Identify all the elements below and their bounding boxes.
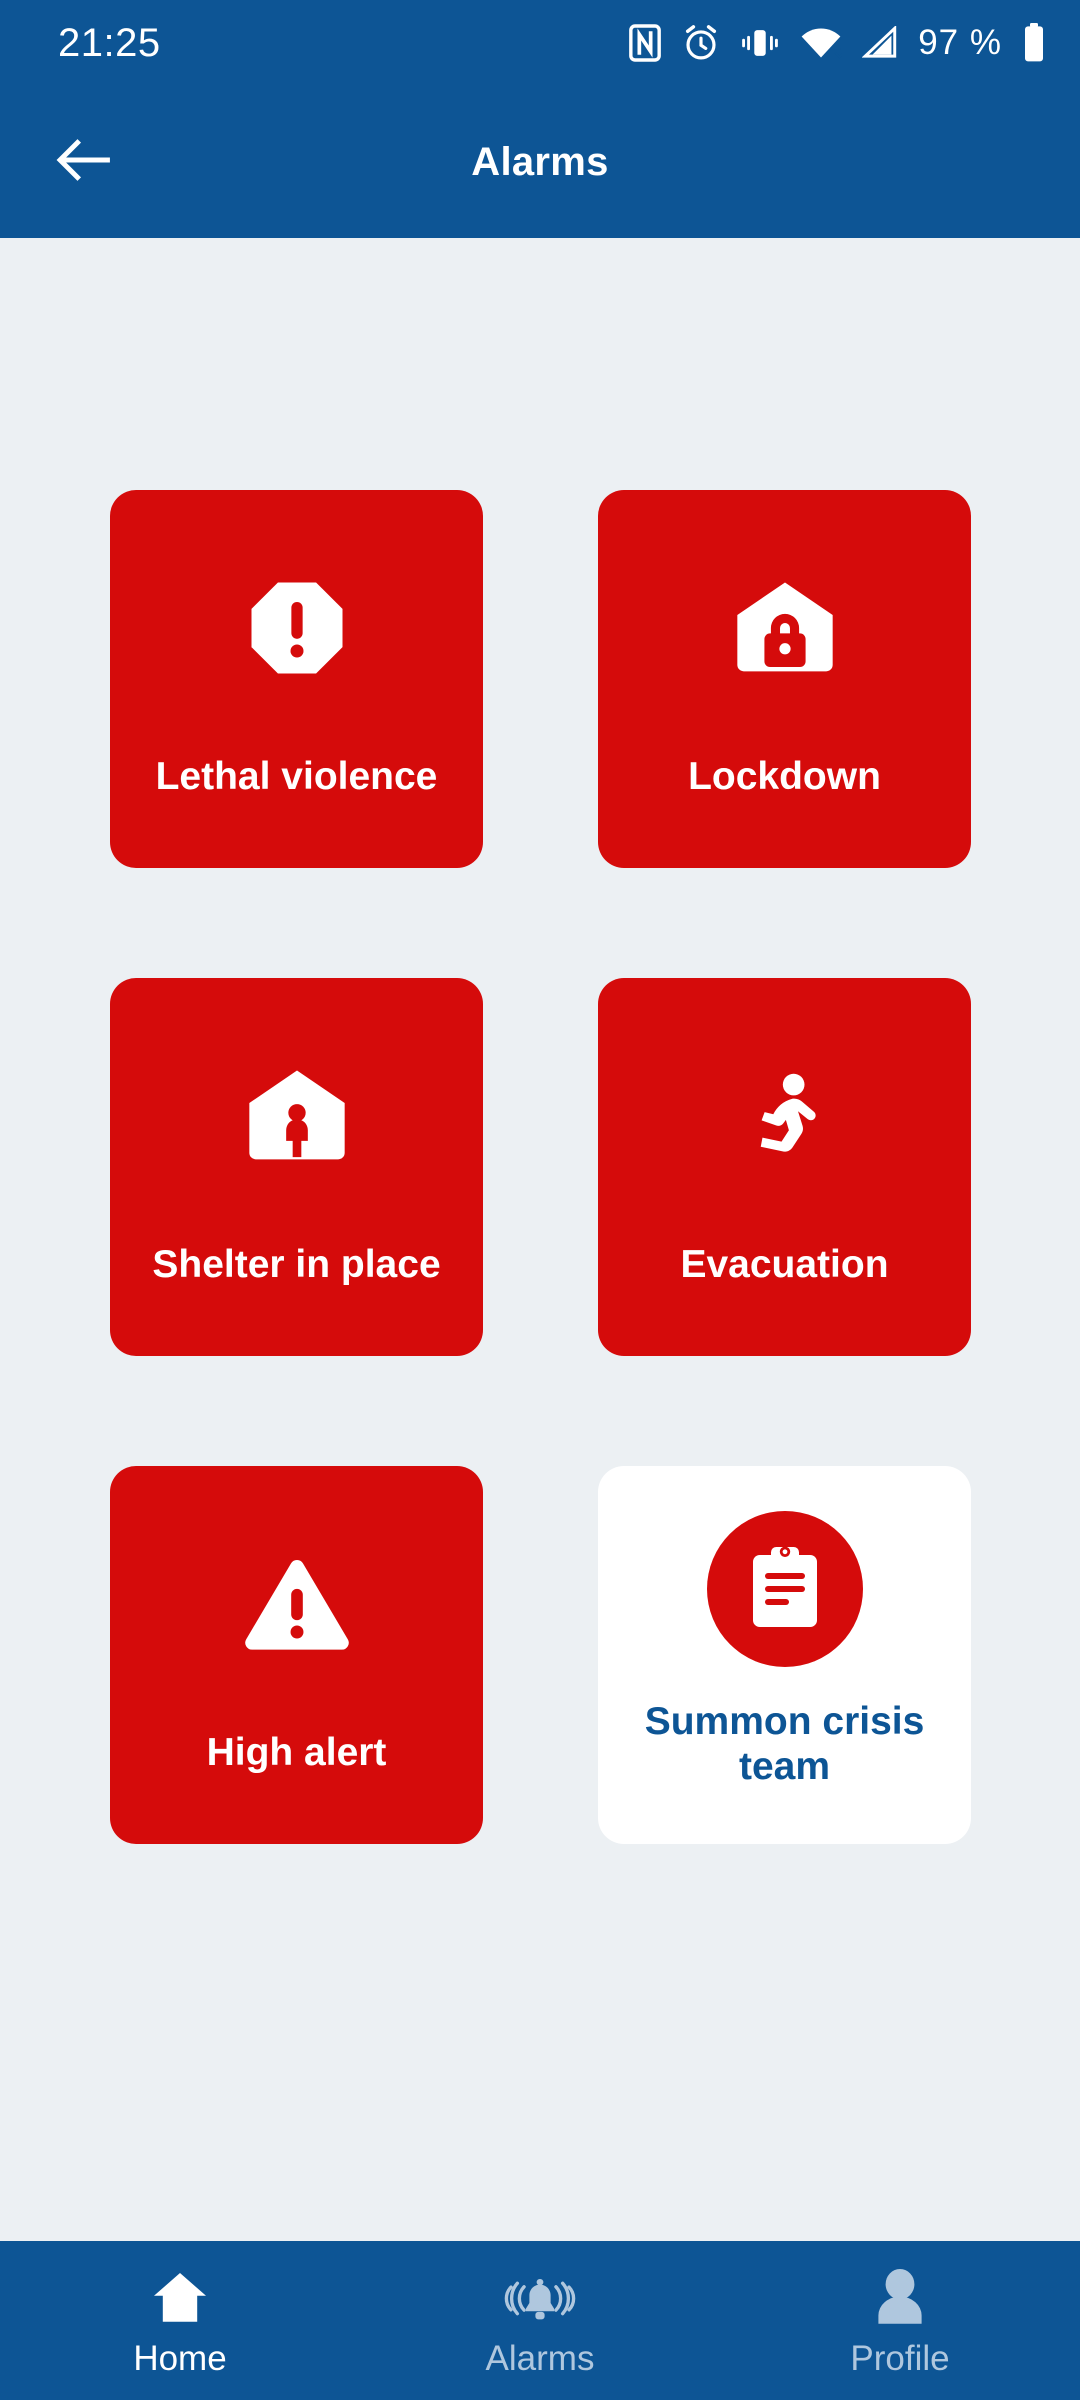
status-clock: 21:25: [58, 20, 161, 65]
battery-percentage-label: 97 %: [918, 23, 1002, 62]
nav-item-label: Alarms: [485, 2338, 595, 2378]
nav-item-home[interactable]: Home: [0, 2241, 360, 2400]
bottom-navigation-bar: Home Alarms Profile: [0, 2241, 1080, 2400]
alarm-card-lockdown[interactable]: Lockdown: [598, 490, 971, 868]
alarm-card-label: Evacuation: [680, 1242, 889, 1286]
alarm-card-shelter-in-place[interactable]: Shelter in place: [110, 978, 483, 1356]
house-lock-icon: [730, 553, 840, 703]
warning-triangle-icon: [241, 1529, 353, 1679]
alarm-grid: Lethal violence Lockdown Shelter in plac…: [110, 490, 971, 1844]
alarm-card-label: Shelter in place: [152, 1242, 441, 1286]
alarm-card-summon-crisis-team[interactable]: Summon crisis team: [598, 1466, 971, 1844]
alarm-card-label: High alert: [206, 1730, 387, 1774]
nav-item-label: Home: [133, 2338, 227, 2378]
alarm-card-label: Lethal violence: [155, 754, 438, 798]
back-button[interactable]: [46, 123, 124, 201]
bell-ring-icon: [504, 2263, 576, 2325]
arrow-left-icon: [56, 137, 114, 188]
alarm-card-label: Lockdown: [688, 754, 881, 798]
red-circle-badge: [706, 1511, 863, 1668]
person-icon: [874, 2263, 926, 2325]
home-icon: [152, 2263, 208, 2325]
cellular-signal-icon: [862, 26, 898, 60]
phone-screen: 21:25 97 % Alarms Lethal violence Lockdo…: [0, 0, 1080, 2400]
battery-icon: [1022, 23, 1046, 63]
house-person-icon: [242, 1041, 352, 1191]
nav-item-alarms[interactable]: Alarms: [360, 2241, 720, 2400]
app-bar: Alarms: [0, 86, 1080, 238]
alarm-card-high-alert[interactable]: High alert: [110, 1466, 483, 1844]
octagon-exclamation-icon: [245, 553, 349, 703]
running-person-icon: [733, 1041, 837, 1191]
wifi-icon: [800, 26, 843, 60]
nav-item-profile[interactable]: Profile: [720, 2241, 1080, 2400]
page-title: Alarms: [471, 139, 609, 184]
summon-crisis-team-icon-wrap: [706, 1511, 863, 1668]
alarm-card-evacuation[interactable]: Evacuation: [598, 978, 971, 1356]
status-icon-tray: 97 %: [628, 23, 1046, 63]
nfc-icon: [628, 24, 662, 62]
vibrate-icon: [740, 26, 780, 60]
alarm-clock-icon: [682, 24, 720, 62]
alarm-card-lethal-violence[interactable]: Lethal violence: [110, 490, 483, 868]
status-bar: 21:25 97 %: [0, 0, 1080, 86]
clipboard-icon: [744, 1543, 826, 1636]
nav-item-label: Profile: [850, 2338, 950, 2378]
alarm-card-label: Summon crisis team: [644, 1700, 925, 1788]
